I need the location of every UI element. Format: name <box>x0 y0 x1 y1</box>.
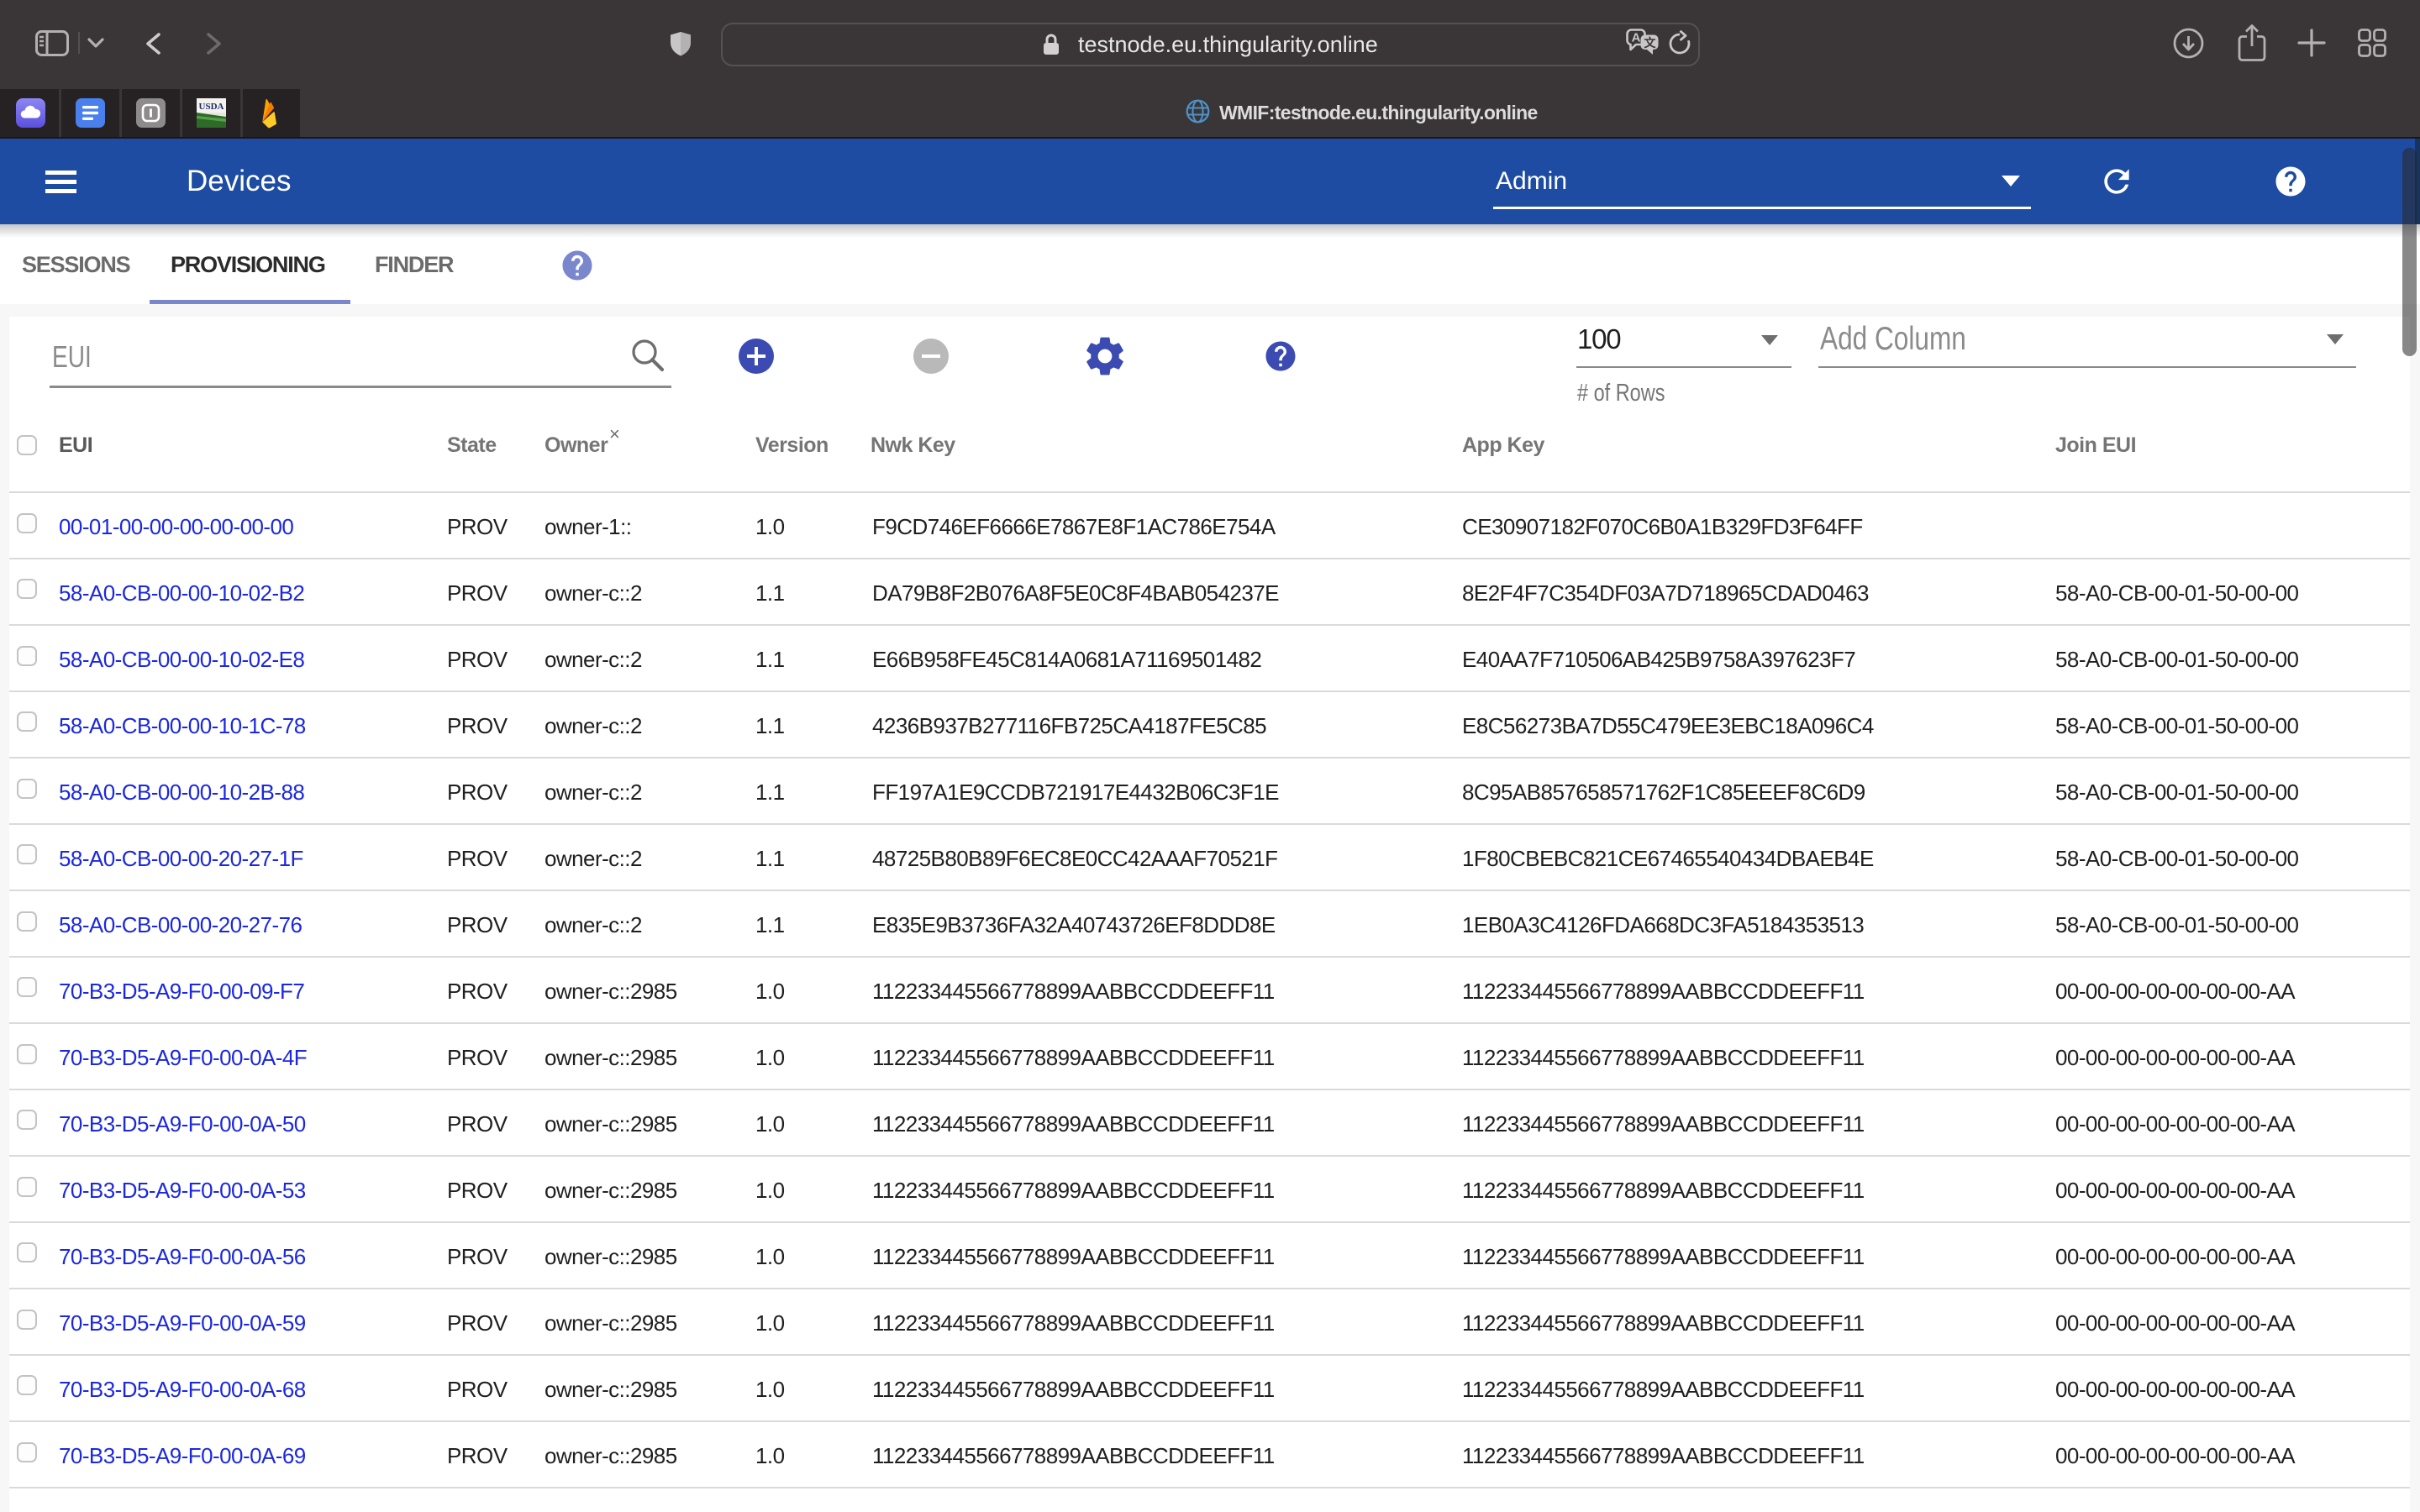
svg-text:文: 文 <box>1644 36 1657 50</box>
svg-text:A: A <box>1632 31 1641 45</box>
svg-text:USDA: USDA <box>199 102 224 112</box>
